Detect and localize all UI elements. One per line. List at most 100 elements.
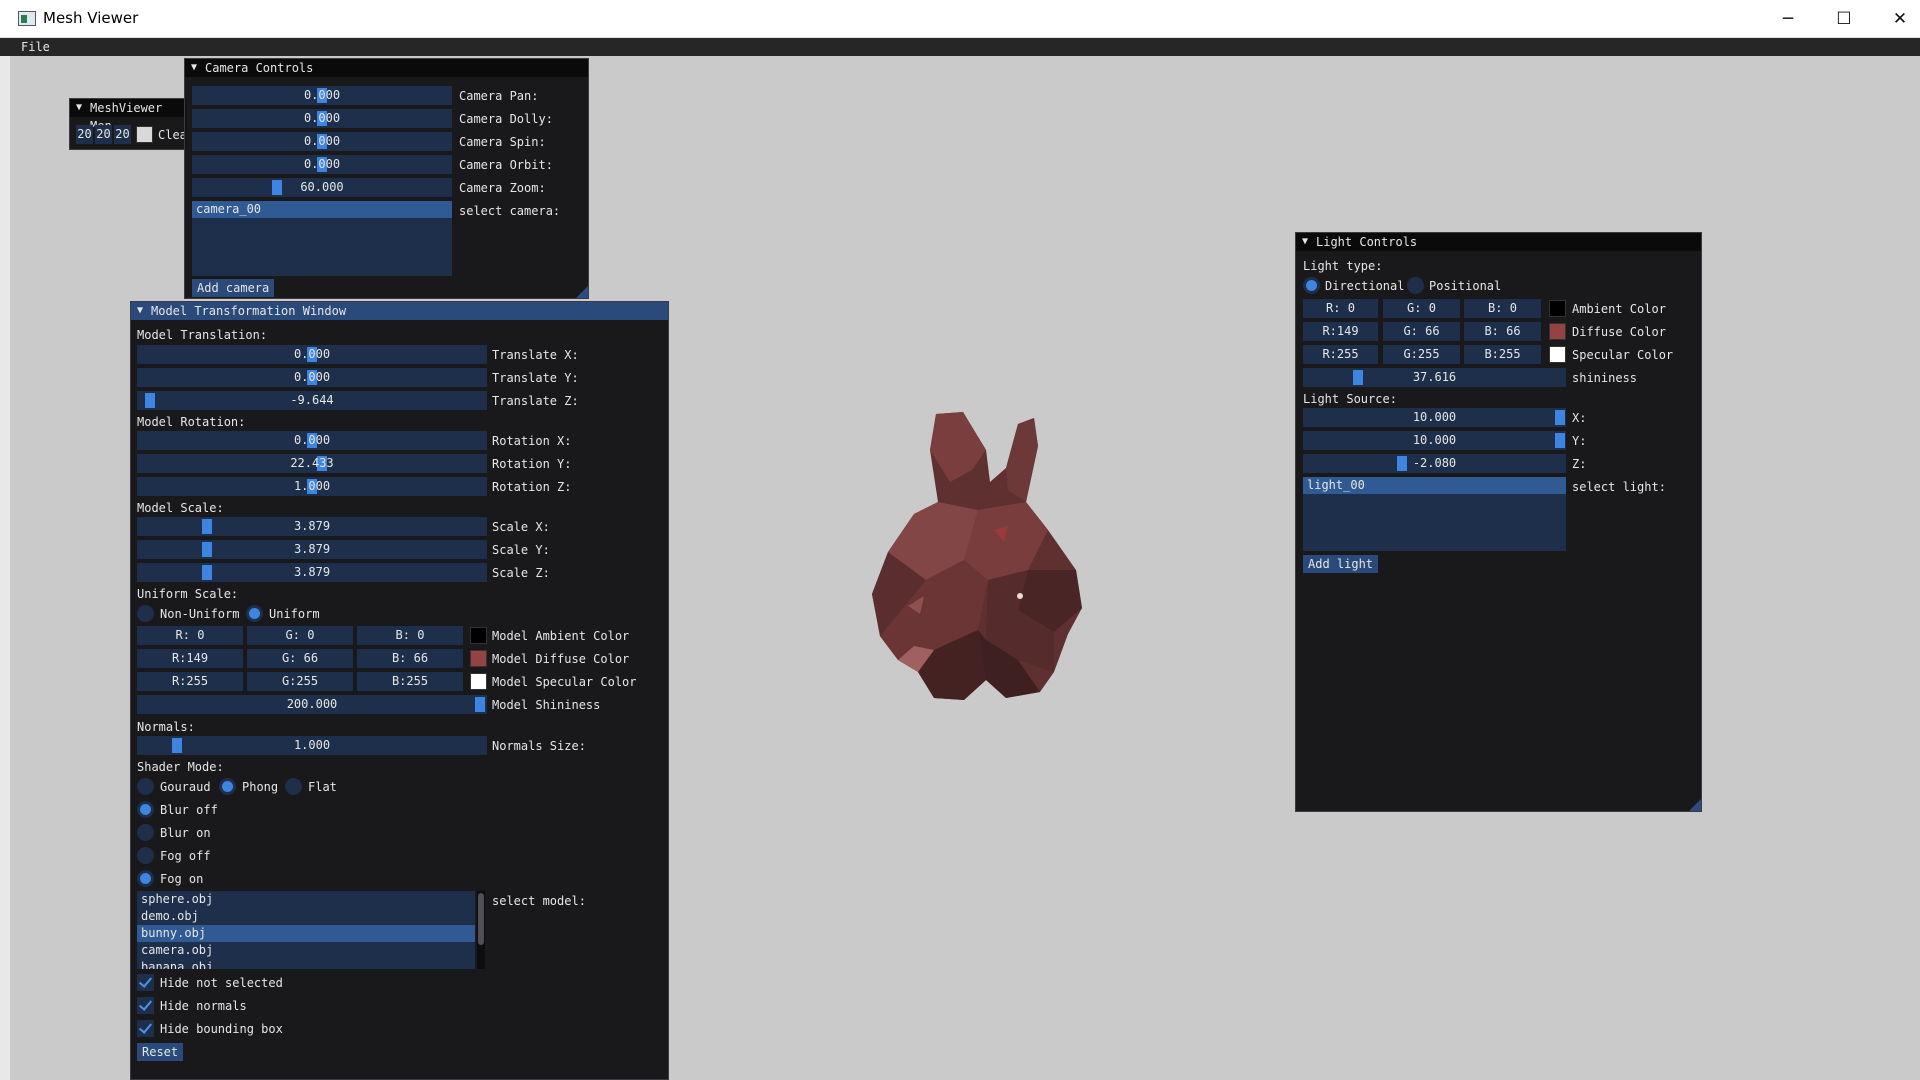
maximize-icon[interactable]: ☐ bbox=[1816, 0, 1872, 38]
model-list-item[interactable]: camera.obj bbox=[137, 942, 475, 959]
camera-orbit-slider[interactable]: 0.000 bbox=[192, 155, 452, 174]
light-ambient-g[interactable]: G: 0 bbox=[1383, 299, 1460, 318]
positional-radio[interactable] bbox=[1407, 277, 1424, 294]
collapse-arrow-icon[interactable]: ▼ bbox=[191, 59, 197, 77]
translate-z-slider[interactable]: -9.644 bbox=[137, 391, 487, 410]
non-uniform-radio[interactable] bbox=[137, 605, 154, 622]
collapse-arrow-icon[interactable]: ▼ bbox=[1302, 233, 1308, 251]
model-list-scrollbar[interactable] bbox=[477, 891, 485, 969]
camera-pan-slider[interactable]: 0.000 bbox=[192, 86, 452, 105]
scale-x-slider[interactable]: 3.879 bbox=[137, 517, 487, 536]
light-listbox[interactable]: light_00 bbox=[1303, 477, 1566, 551]
light-diffuse-b[interactable]: B: 66 bbox=[1464, 322, 1541, 341]
meshviewer-menu-window[interactable]: ▼ MeshViewer Men 20 20 20 Clea bbox=[69, 98, 187, 150]
model-list-item[interactable]: banana.obj bbox=[137, 959, 475, 969]
camera-spin-slider[interactable]: 0.000 bbox=[192, 132, 452, 151]
camera-dolly-slider[interactable]: 0.000 bbox=[192, 109, 452, 128]
light-x-slider[interactable]: 10.000 bbox=[1303, 408, 1566, 427]
slider-grab[interactable] bbox=[202, 565, 212, 580]
clear-color-g[interactable]: 20 bbox=[95, 125, 112, 144]
light-diffuse-g[interactable]: G: 66 bbox=[1383, 322, 1460, 341]
slider-grab[interactable] bbox=[1555, 410, 1565, 425]
light-z-slider[interactable]: -2.080 bbox=[1303, 454, 1566, 473]
slider-grab[interactable] bbox=[272, 180, 282, 195]
translate-x-slider[interactable]: 0.000 bbox=[137, 345, 487, 364]
directional-radio[interactable] bbox=[1303, 277, 1320, 294]
hide-bounding-box-checkbox[interactable] bbox=[137, 1020, 154, 1037]
clear-color-swatch[interactable] bbox=[136, 126, 153, 143]
camera-list-item[interactable]: camera_00 bbox=[192, 201, 452, 218]
model-transformation-header[interactable]: ▼ Model Transformation Window bbox=[131, 302, 668, 320]
minimize-icon[interactable]: ─ bbox=[1760, 0, 1816, 38]
model-diffuse-g[interactable]: G: 66 bbox=[247, 649, 353, 668]
reset-button[interactable]: Reset bbox=[137, 1043, 184, 1061]
camera-controls-header[interactable]: ▼ Camera Controls bbox=[185, 59, 588, 77]
blur-off-radio[interactable] bbox=[137, 801, 154, 818]
model-ambient-b[interactable]: B: 0 bbox=[357, 626, 463, 645]
model-diffuse-r[interactable]: R:149 bbox=[137, 649, 243, 668]
slider-grab[interactable] bbox=[1353, 370, 1363, 385]
light-controls-header[interactable]: ▼ Light Controls bbox=[1296, 233, 1701, 251]
camera-listbox[interactable]: camera_00 bbox=[192, 201, 452, 276]
model-transformation-window[interactable]: ▼ Model Transformation Window Model Tran… bbox=[130, 301, 669, 1080]
light-ambient-b[interactable]: B: 0 bbox=[1464, 299, 1541, 318]
slider-grab[interactable] bbox=[475, 697, 485, 712]
close-icon[interactable]: ✕ bbox=[1872, 0, 1920, 38]
model-list-item[interactable]: bunny.obj bbox=[137, 925, 475, 942]
hide-normals-checkbox[interactable] bbox=[137, 997, 154, 1014]
flat-radio[interactable] bbox=[285, 778, 302, 795]
model-diffuse-swatch[interactable] bbox=[470, 650, 487, 667]
light-specular-g[interactable]: G:255 bbox=[1383, 345, 1460, 364]
camera-controls-window[interactable]: ▼ Camera Controls 0.000 Camera Pan: 0.00… bbox=[184, 58, 589, 299]
slider-grab[interactable] bbox=[1397, 456, 1407, 471]
rotation-y-slider[interactable]: 22.433 bbox=[137, 454, 487, 473]
light-specular-r[interactable]: R:255 bbox=[1303, 345, 1378, 364]
model-shininess-slider[interactable]: 200.000 bbox=[137, 695, 487, 714]
camera-zoom-slider[interactable]: 60.000 bbox=[192, 178, 452, 197]
add-camera-button[interactable]: Add camera bbox=[192, 279, 275, 297]
light-specular-swatch[interactable] bbox=[1549, 346, 1566, 363]
model-specular-r[interactable]: R:255 bbox=[137, 672, 243, 691]
light-diffuse-r[interactable]: R:149 bbox=[1303, 322, 1378, 341]
translate-y-slider[interactable]: 0.000 bbox=[137, 368, 487, 387]
fog-off-radio[interactable] bbox=[137, 847, 154, 864]
model-list-item[interactable]: demo.obj bbox=[137, 908, 475, 925]
light-list-item[interactable]: light_00 bbox=[1303, 477, 1566, 494]
resize-grip[interactable] bbox=[1689, 799, 1701, 811]
light-y-slider[interactable]: 10.000 bbox=[1303, 431, 1566, 450]
blur-on-radio[interactable] bbox=[137, 824, 154, 841]
light-controls-window[interactable]: ▼ Light Controls Light type: Directional… bbox=[1295, 232, 1702, 812]
model-specular-swatch[interactable] bbox=[470, 673, 487, 690]
slider-grab[interactable] bbox=[1555, 433, 1565, 448]
model-specular-b[interactable]: B:255 bbox=[357, 672, 463, 691]
slider-grab[interactable] bbox=[202, 542, 212, 557]
light-ambient-swatch[interactable] bbox=[1549, 300, 1566, 317]
rotation-z-slider[interactable]: 1.000 bbox=[137, 477, 487, 496]
model-specular-g[interactable]: G:255 bbox=[247, 672, 353, 691]
slider-grab[interactable] bbox=[145, 393, 155, 408]
light-shininess-slider[interactable]: 37.616 bbox=[1303, 368, 1566, 387]
fog-on-radio[interactable] bbox=[137, 870, 154, 887]
clear-color-r[interactable]: 20 bbox=[76, 125, 93, 144]
scale-y-slider[interactable]: 3.879 bbox=[137, 540, 487, 559]
model-diffuse-b[interactable]: B: 66 bbox=[357, 649, 463, 668]
light-ambient-r[interactable]: R: 0 bbox=[1303, 299, 1378, 318]
model-ambient-swatch[interactable] bbox=[470, 627, 487, 644]
collapse-arrow-icon[interactable]: ▼ bbox=[137, 302, 143, 320]
add-light-button[interactable]: Add light bbox=[1303, 555, 1379, 573]
slider-grab[interactable] bbox=[172, 738, 182, 753]
model-listbox[interactable]: sphere.obj demo.obj bunny.obj camera.obj… bbox=[137, 891, 475, 969]
clear-color-b[interactable]: 20 bbox=[114, 125, 131, 144]
collapse-arrow-icon[interactable]: ▼ bbox=[76, 99, 82, 117]
normals-size-slider[interactable]: 1.000 bbox=[137, 736, 487, 755]
scrollbar-thumb[interactable] bbox=[478, 893, 484, 945]
scale-z-slider[interactable]: 3.879 bbox=[137, 563, 487, 582]
light-diffuse-swatch[interactable] bbox=[1549, 323, 1566, 340]
meshviewer-menu-header[interactable]: ▼ MeshViewer Men bbox=[70, 99, 186, 133]
resize-grip[interactable] bbox=[576, 286, 588, 298]
model-ambient-g[interactable]: G: 0 bbox=[247, 626, 353, 645]
phong-radio[interactable] bbox=[219, 778, 236, 795]
uniform-radio[interactable] bbox=[246, 605, 263, 622]
light-specular-b[interactable]: B:255 bbox=[1464, 345, 1541, 364]
hide-not-selected-checkbox[interactable] bbox=[137, 974, 154, 991]
